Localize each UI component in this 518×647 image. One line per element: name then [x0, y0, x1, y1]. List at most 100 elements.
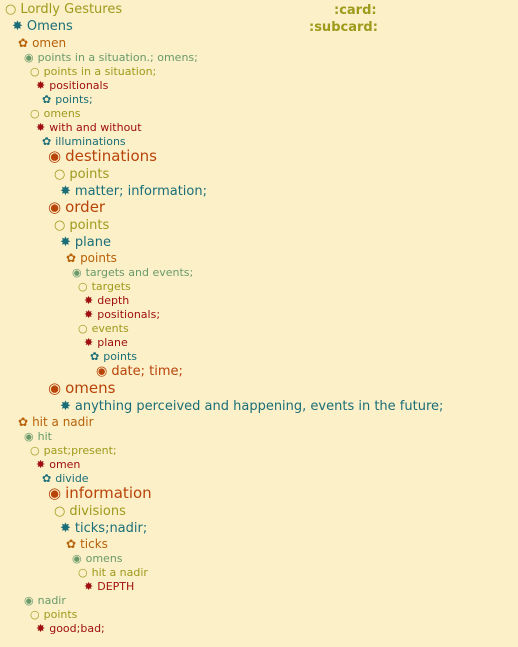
item-label: nadir: [37, 594, 66, 607]
outline-item[interactable]: ✸ omen: [36, 459, 80, 470]
item-label: order: [65, 198, 106, 216]
item-label: points: [69, 218, 110, 233]
star-bullet-icon: ✸: [60, 521, 71, 536]
item-label: omen: [49, 458, 81, 471]
outline-item[interactable]: ✸ DEPTH: [84, 581, 134, 592]
flower-bullet-icon: ✿: [90, 350, 100, 363]
item-label: good;bad;: [49, 622, 105, 635]
outline-item[interactable]: ✸ good;bad;: [36, 623, 105, 634]
circle-bullet-icon: ○: [54, 167, 66, 182]
dot-bullet-icon: ◉: [96, 364, 108, 379]
outline-item[interactable]: ◉ omens: [48, 381, 115, 396]
outline-item[interactable]: ✸ matter; information;: [60, 185, 207, 198]
outline-item[interactable]: ○ events: [78, 323, 129, 334]
outline-item[interactable]: ◉ information: [48, 486, 152, 501]
flower-bullet-icon: ✿: [42, 93, 52, 106]
circle-bullet-icon: ○: [30, 65, 40, 78]
star-bullet-icon: ✸: [12, 19, 23, 34]
item-label: points: [80, 251, 117, 265]
item-label: omens: [65, 379, 116, 397]
item-label: targets: [91, 280, 131, 293]
outline-item[interactable]: ✿ omen: [18, 37, 66, 49]
heading-lordly-gestures[interactable]: ○ Lordly Gestures: [5, 3, 122, 16]
circle-bullet-icon: ○: [30, 107, 40, 120]
outline-item[interactable]: ✸ plane: [84, 337, 128, 348]
outline-item[interactable]: ○ divisions: [54, 505, 126, 518]
star-bullet-icon: ✸: [36, 622, 46, 635]
item-label: plane: [97, 336, 128, 349]
outline-item[interactable]: ✸ plane: [60, 236, 111, 249]
outline-item[interactable]: ✿ points: [66, 252, 117, 264]
outline-item[interactable]: ○ hit a nadir: [78, 567, 148, 578]
outline-item[interactable]: ✿ divide: [42, 473, 89, 484]
circle-bullet-icon: ○: [78, 322, 88, 335]
item-label: depth: [97, 294, 130, 307]
outline-item[interactable]: ◉ date; time;: [96, 365, 183, 378]
item-label: past;present;: [43, 444, 117, 457]
outline-item[interactable]: ○ targets: [78, 281, 131, 292]
outline-item[interactable]: ○ omens: [30, 108, 81, 119]
outline-item[interactable]: ✿ points: [90, 351, 137, 362]
outline-item[interactable]: ✿ ticks: [66, 538, 108, 550]
item-label: DEPTH: [97, 580, 135, 593]
outline-item[interactable]: ○ past;present;: [30, 445, 117, 456]
outline-item[interactable]: ○ points in a situation;: [30, 66, 156, 77]
outline-item[interactable]: ◉ omens: [72, 553, 123, 564]
flower-bullet-icon: ✿: [18, 415, 29, 429]
star-bullet-icon: ✸: [84, 308, 94, 321]
item-label: plane: [74, 235, 111, 250]
circle-bullet-icon: ○: [78, 280, 88, 293]
subcard-tag: :subcard:: [309, 20, 378, 35]
heading-label: Lordly Gestures: [20, 2, 123, 17]
outline-item[interactable]: ✸ anything perceived and happening, event…: [60, 400, 443, 413]
item-label: positionals;: [97, 308, 161, 321]
item-label: targets and events;: [85, 266, 194, 279]
outline-item[interactable]: ✿ points;: [42, 94, 93, 105]
outline-item[interactable]: ◉ order: [48, 200, 105, 215]
outline-item[interactable]: ○ points: [54, 168, 109, 181]
circle-bullet-icon: ○: [78, 566, 88, 579]
star-bullet-icon: ✸: [84, 580, 94, 593]
item-label: with and without: [49, 121, 142, 134]
dot-bullet-icon: ◉: [48, 484, 62, 502]
star-bullet-icon: ✸: [60, 184, 71, 199]
outline-item[interactable]: ◉ nadir: [24, 595, 66, 606]
item-label: points in a situation;: [43, 65, 157, 78]
circle-bullet-icon: ○: [30, 444, 40, 457]
outline-item[interactable]: ◉ hit: [24, 431, 52, 442]
dot-bullet-icon: ◉: [48, 379, 62, 397]
outline-item[interactable]: ✸ positionals: [36, 80, 108, 91]
item-label: points: [69, 167, 110, 182]
flower-bullet-icon: ✿: [66, 251, 77, 265]
outline-item[interactable]: ○ points: [54, 219, 109, 232]
outline-item[interactable]: ○ points: [30, 609, 77, 620]
outline-item[interactable]: ◉ destinations: [48, 149, 157, 164]
item-label: points in a situation.; omens;: [37, 51, 198, 64]
outline-item[interactable]: ✸ depth: [84, 295, 129, 306]
card-tag: :card:: [334, 3, 377, 18]
circle-bullet-icon: ○: [30, 608, 40, 621]
outline-item[interactable]: ✿ illuminations: [42, 136, 126, 147]
item-label: destinations: [65, 147, 157, 165]
outline-item[interactable]: ✸ positionals;: [84, 309, 160, 320]
star-bullet-icon: ✸: [84, 294, 94, 307]
circle-bullet-icon: ○: [5, 2, 17, 17]
item-label: hit a nadir: [91, 566, 148, 579]
outline-item[interactable]: ✿ hit a nadir: [18, 416, 94, 428]
outline-item[interactable]: ✸ ticks;nadir;: [60, 522, 147, 535]
flower-bullet-icon: ✿: [66, 537, 77, 551]
item-label: ticks;nadir;: [74, 521, 148, 536]
circle-bullet-icon: ○: [54, 218, 66, 233]
heading-omens[interactable]: ✸ Omens: [12, 20, 73, 33]
outline-item[interactable]: ◉ targets and events;: [72, 267, 193, 278]
star-bullet-icon: ✸: [36, 79, 46, 92]
outline-item[interactable]: ◉ points in a situation.; omens;: [24, 52, 198, 63]
item-label: points: [43, 608, 78, 621]
outline-item[interactable]: ✸ with and without: [36, 122, 142, 133]
circle-bullet-icon: ○: [54, 504, 66, 519]
star-bullet-icon: ✸: [36, 121, 46, 134]
dot-bullet-icon: ◉: [72, 552, 82, 565]
dot-bullet-icon: ◉: [24, 430, 34, 443]
flower-bullet-icon: ✿: [18, 36, 29, 50]
dot-bullet-icon: ◉: [72, 266, 82, 279]
